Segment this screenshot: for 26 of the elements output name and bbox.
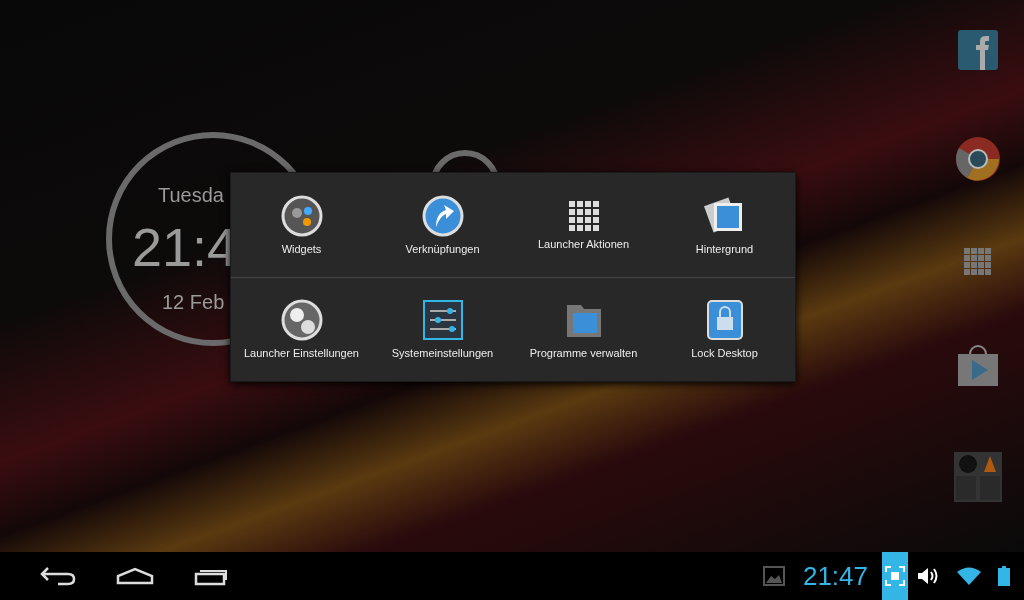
menu-item[interactable]: Launcher Aktionen: [513, 173, 654, 277]
screenshot-button[interactable]: [882, 552, 908, 600]
menu-item[interactable]: Verknüpfungen: [372, 173, 513, 277]
browser-icon[interactable]: [955, 136, 1001, 182]
status-time: 21:47: [802, 560, 868, 592]
screenshot-icon: [885, 566, 905, 586]
widgets-icon: [280, 194, 323, 237]
menu-item[interactable]: Lock Desktop: [654, 277, 795, 381]
menu-item[interactable]: Launcher Einstellungen: [231, 277, 372, 381]
shopping-bag-icon[interactable]: [956, 342, 1000, 386]
menu-item[interactable]: Hintergrund: [654, 173, 795, 277]
menu-item[interactable]: Programme verwalten: [513, 277, 654, 381]
clock-date: 12 Feb: [162, 291, 225, 314]
gears-icon: [280, 299, 323, 342]
volume-icon: [916, 566, 940, 586]
back-arrow-icon: [40, 566, 76, 586]
wifi-icon: [956, 566, 982, 586]
clock-day: Tuesda: [158, 184, 224, 207]
folder-icon[interactable]: [954, 452, 1002, 502]
menu-item[interactable]: Systemeinstellungen: [372, 277, 513, 381]
home-icon: [116, 567, 154, 585]
grid-icon: [567, 199, 600, 232]
sliders-icon: [421, 299, 464, 342]
grid-icon[interactable]: [964, 248, 992, 276]
gallery-icon: [762, 566, 785, 586]
battery-icon: [998, 566, 1010, 586]
